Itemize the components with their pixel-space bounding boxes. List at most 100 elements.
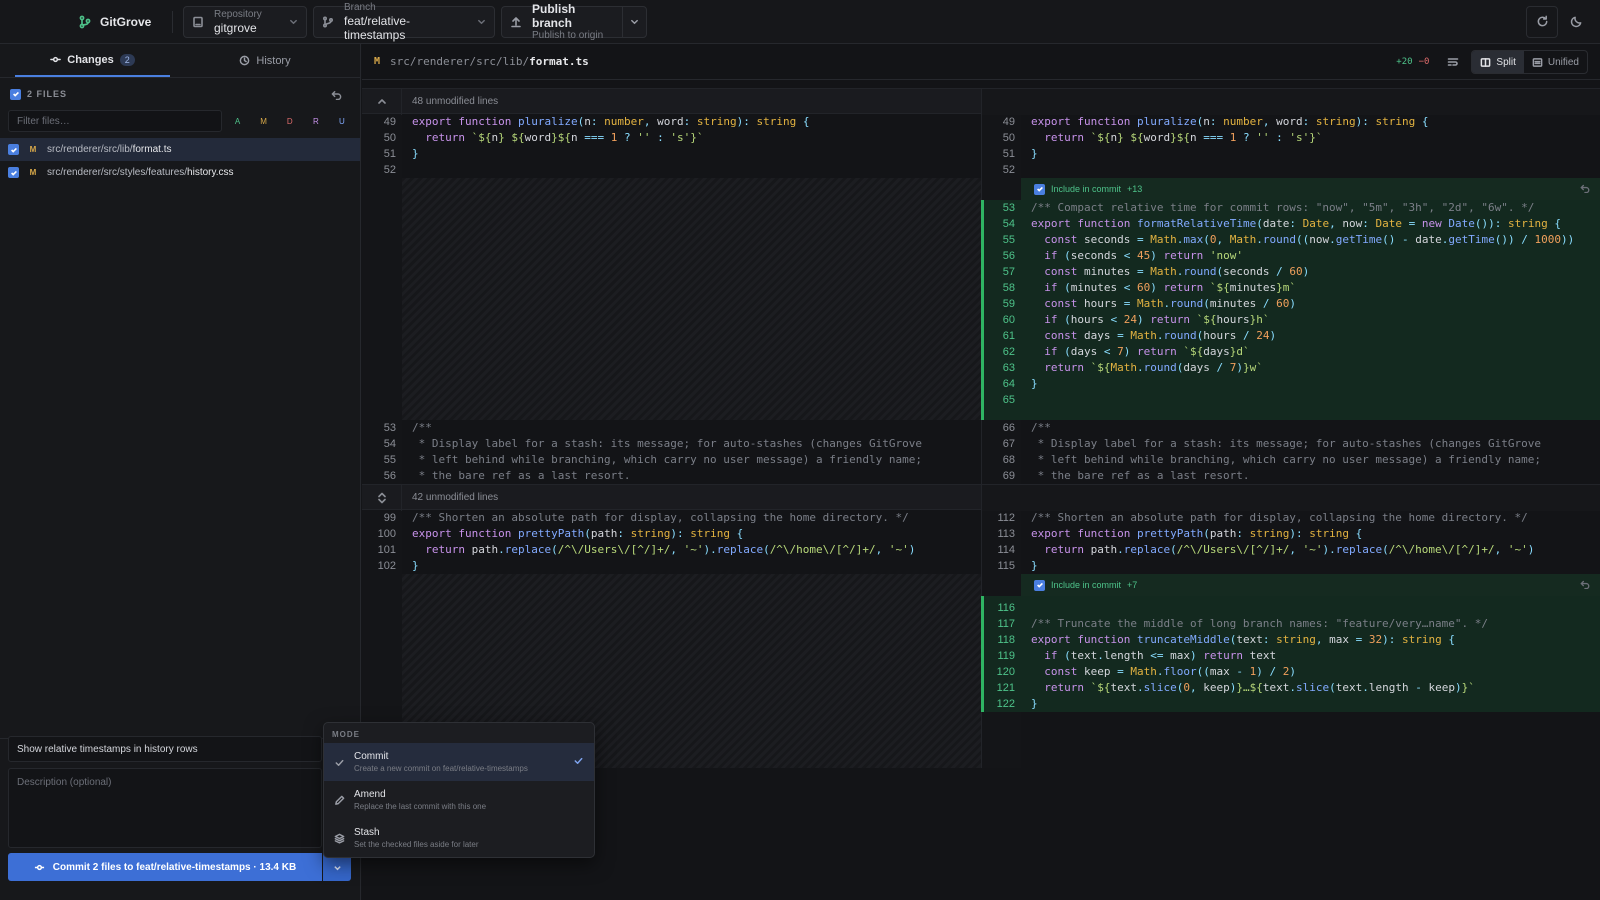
menu-item-commit[interactable]: Commit Create a new commit on feat/relati… xyxy=(324,743,594,781)
filter-files-input[interactable]: Filter files… xyxy=(8,110,222,132)
code-line: export function prettyPath(path: string)… xyxy=(412,527,744,540)
app-name: GitGrove xyxy=(100,14,152,29)
files-count-label: 2 FILES xyxy=(27,89,68,99)
unified-view-button[interactable]: Unified xyxy=(1524,51,1587,73)
unified-view-icon xyxy=(1532,57,1543,68)
commit-button[interactable]: Commit 2 files to feat/relative-timestam… xyxy=(8,853,322,881)
hunk-expander[interactable]: 48 unmodified lines xyxy=(362,88,1600,115)
code-line: const minutes = Math.round(seconds / 60) xyxy=(1044,265,1310,278)
menu-item-amend[interactable]: Amend Replace the last commit with this o… xyxy=(324,781,594,819)
wrap-lines-icon xyxy=(1447,56,1459,68)
code-line: } xyxy=(1031,147,1038,160)
filter-row: Filter files… A M D R U xyxy=(0,108,360,134)
line-number: 58 xyxy=(1002,282,1015,294)
line-number: 51 xyxy=(383,148,396,160)
menu-item-stash[interactable]: Stash Set the checked files aside for lat… xyxy=(324,819,594,857)
file-checkbox[interactable] xyxy=(8,144,19,155)
code-line: } xyxy=(1031,559,1038,572)
code-line: /** Truncate the middle of long branch n… xyxy=(1031,617,1488,630)
line-number: 50 xyxy=(1002,132,1015,144)
file-row[interactable]: M src/renderer/src/lib/format.ts xyxy=(0,138,360,161)
chevron-down-icon xyxy=(289,17,298,26)
code-line: const days = Math.round(hours / 24) xyxy=(1044,329,1277,342)
tab-changes[interactable]: Changes 2 xyxy=(15,44,170,77)
line-number: 102 xyxy=(377,560,396,572)
line-number: 51 xyxy=(1002,148,1015,160)
line-number: 61 xyxy=(1002,330,1015,342)
commit-description-input[interactable]: Description (optional) xyxy=(8,768,322,848)
app-brand: GitGrove xyxy=(0,0,162,44)
branch-selector[interactable]: Branch feat/relative-timestamps xyxy=(313,2,495,42)
line-number: 63 xyxy=(1002,362,1015,374)
discard-all-icon[interactable] xyxy=(331,89,342,100)
diff-options-button[interactable] xyxy=(1441,50,1465,74)
file-path: src/renderer/src/styles/features/history… xyxy=(47,167,234,178)
sidebar-tabs: Changes 2 History xyxy=(0,44,360,78)
hunk-expander[interactable]: 42 unmodified lines xyxy=(362,484,1600,511)
commit-summary-input[interactable]: Show relative timestamps in history rows xyxy=(8,736,322,762)
code-line: /** Compact relative time for commit row… xyxy=(1031,201,1535,214)
unmodified-lines-label: 48 unmodified lines xyxy=(412,96,499,107)
menu-item-desc: Set the checked files aside for later xyxy=(354,840,479,849)
code-line: return `${n} ${word}${n === 1 ? '' : 's'… xyxy=(1044,131,1323,144)
include-label: Include in commit xyxy=(1051,580,1122,590)
publish-branch-button[interactable]: Publish branch Publish to origin xyxy=(501,2,647,41)
moon-icon xyxy=(1570,15,1583,28)
changes-count-badge: 2 xyxy=(119,53,135,66)
discard-hunk-icon[interactable] xyxy=(1580,183,1590,193)
include-in-commit-toggle[interactable]: Include in commit +13 xyxy=(1034,178,1142,200)
refresh-button[interactable] xyxy=(1526,5,1558,38)
theme-toggle-button[interactable] xyxy=(1560,6,1592,38)
commit-mode-menu: MODE Commit Create a new commit on feat/r… xyxy=(323,722,595,858)
publish-options-chevron-icon[interactable] xyxy=(622,6,646,37)
split-view-button[interactable]: Split xyxy=(1472,51,1524,73)
filter-deleted[interactable]: D xyxy=(280,117,300,126)
file-checkbox[interactable] xyxy=(8,167,19,178)
file-status: M xyxy=(29,145,37,154)
line-number: 57 xyxy=(1002,266,1015,278)
hunk-right-half xyxy=(981,89,1600,115)
tab-history[interactable]: History xyxy=(170,44,360,77)
tab-changes-label: Changes xyxy=(67,53,114,66)
discard-hunk-icon[interactable] xyxy=(1580,579,1590,589)
collapse-up-icon[interactable] xyxy=(362,89,402,115)
file-name: history.css xyxy=(187,167,234,178)
line-number: 68 xyxy=(1002,454,1015,466)
repository-selector[interactable]: Repository gitgrove xyxy=(183,5,307,38)
line-number: 119 xyxy=(997,650,1015,662)
line-number: 99 xyxy=(383,512,396,524)
expand-icon[interactable] xyxy=(362,485,402,511)
filter-renamed[interactable]: R xyxy=(306,117,326,126)
filter-modified[interactable]: M xyxy=(254,117,274,126)
code-line: } xyxy=(1031,697,1038,710)
include-in-commit-toggle[interactable]: Include in commit +7 xyxy=(1034,574,1137,596)
code-line: return `${n} ${word}${n === 1 ? '' : 's'… xyxy=(425,131,704,144)
code-line: * the bare ref as a last resort. xyxy=(412,469,631,482)
diff-file-name: format.ts xyxy=(529,55,589,68)
diff-content: 48 unmodified lines 49 50 51 52 export f… xyxy=(362,88,1600,768)
filter-untracked[interactable]: U xyxy=(332,117,352,126)
line-number: 66 xyxy=(1002,422,1015,434)
line-number: 116 xyxy=(997,602,1015,614)
chevron-down-icon xyxy=(333,863,342,872)
file-row[interactable]: M src/renderer/src/styles/features/histo… xyxy=(0,161,360,184)
select-all-checkbox[interactable] xyxy=(10,88,21,100)
code-line: return path.replace(/^\/Users\/[^/]+/, '… xyxy=(1044,543,1535,556)
menu-item-label: Stash xyxy=(354,827,380,838)
menu-item-label: Amend xyxy=(354,789,386,800)
unmodified-lines-label: 42 unmodified lines xyxy=(412,492,499,503)
line-number: 120 xyxy=(996,666,1015,678)
menu-item-label: Commit xyxy=(354,751,389,762)
line-number: 52 xyxy=(1002,164,1015,176)
title-bar: GitGrove Repository gitgrove Branch feat… xyxy=(0,0,1600,44)
code-line: export function pluralize(n: number, wor… xyxy=(412,115,810,128)
added-count: +20 xyxy=(1396,57,1413,67)
include-checkbox[interactable] xyxy=(1034,579,1045,591)
branch-label: Branch xyxy=(344,1,376,13)
include-checkbox[interactable] xyxy=(1034,183,1045,195)
filter-added[interactable]: A xyxy=(228,117,248,126)
code-line: * Display label for a stash: its message… xyxy=(1031,437,1541,450)
line-number: 113 xyxy=(997,528,1015,540)
code-line: const hours = Math.round(minutes / 60) xyxy=(1044,297,1296,310)
diff-file-status: M xyxy=(374,56,381,67)
